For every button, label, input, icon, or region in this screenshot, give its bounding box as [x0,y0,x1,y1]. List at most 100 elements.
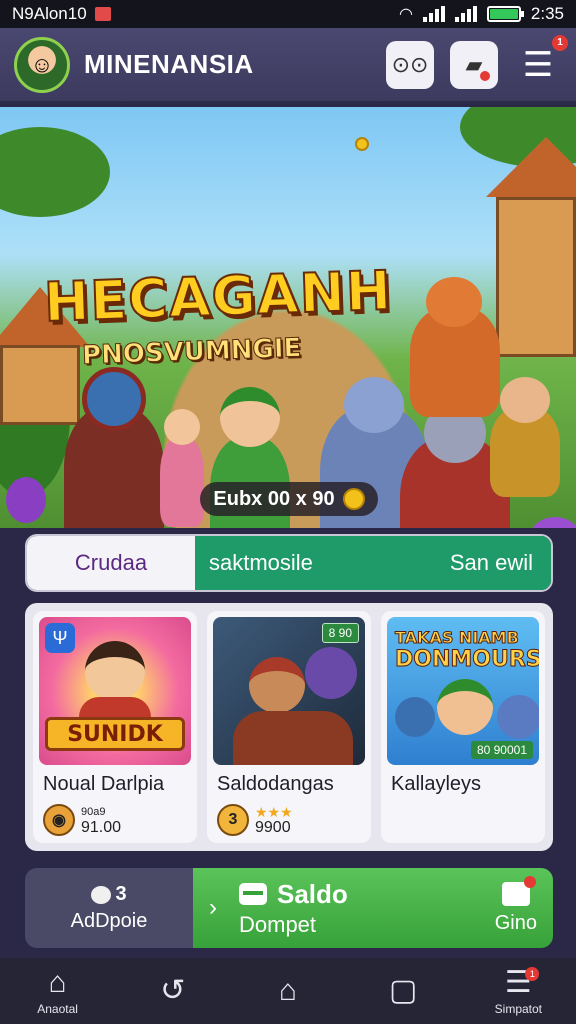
app-header: ☺ MINENANSIA ⊙⊙ ▰ ☰ 1 [0,28,576,104]
chevron-right-icon: › [209,894,217,921]
nav-home-outline[interactable]: ⌂ [243,961,333,1021]
action-bar: 3 AdDpoie › Saldo Dompet Gino [25,868,553,948]
game-meta-top: 90a9 [81,806,106,818]
tab-label: Crudaa [74,550,148,575]
battery-icon [486,6,524,22]
back-icon: ↺ [160,974,186,1007]
game-card[interactable]: Ψ SUNIDK Noual Darlpia ◉ 90a9 91.00 [33,611,197,843]
toggle-value: 3 [115,883,127,905]
hero-banner[interactable]: HECAGANH PNOSVUMNGIE [0,107,576,528]
palm-tree [0,127,110,217]
character-robot [410,277,500,417]
game-price: 9900 [255,819,291,836]
nav-back[interactable]: ↺ [128,961,218,1021]
coin-icon [355,137,369,151]
nav-chat[interactable]: ▢ [358,961,448,1021]
hero-pill-text: Eubx 00 x 90 [213,487,335,510]
character-girl [160,409,204,527]
tab-label: San ewil [449,550,533,575]
toggle-icon [91,885,112,904]
game-card[interactable]: TAKAS NIAMB DONMOURS 80 90001 Kallayleys [381,611,545,843]
game-thumbnail: 8 90 [213,617,365,765]
mushroom-icon [530,517,576,528]
game-title: Saldodangas [217,773,334,795]
menu-button[interactable]: ☰ 1 [514,34,568,89]
nav-menu[interactable]: ☰ 1 Simpatot [473,961,563,1021]
map-dot-icon [480,70,490,81]
wallet-balance-button[interactable]: › Saldo Dompet Gino [193,868,553,948]
app-title: MINENANSIA [84,49,254,79]
creature-icon [6,477,46,523]
hero-character [85,641,145,701]
hero-reward-pill[interactable]: Eubx 00 x 90 [200,482,378,516]
hut [0,345,80,425]
warrior-character [249,657,305,713]
home-icon: ⌂ [48,966,67,999]
star-rating-icon: ★★★ [255,804,293,820]
hero-subtitle: PNOSVUMNGIE [81,333,302,372]
game-list: Ψ SUNIDK Noual Darlpia ◉ 90a9 91.00 8 90… [25,603,553,851]
game-thumb-badge: 8 90 [321,623,359,643]
gamepad-button[interactable]: ⊙⊙ [386,40,434,89]
game-thumbnail: Ψ SUNIDK [39,617,191,765]
nav-label: Anaotal [37,1002,78,1016]
add-pole-label: AdDpoie [70,910,148,932]
menu-icon: ☰ [522,45,554,84]
nav-badge: 1 [525,967,540,981]
game-thumb-title-line2: DONMOURS [395,647,539,672]
signal-icon-2 [454,6,477,22]
game-thumb-title: TAKAS NIAMB DONMOURS [395,627,540,672]
notification-badge: 1 [552,34,568,51]
game-title: Noual Darlpia [43,773,165,795]
bottom-nav: ⌂ Anaotal ↺ ⌂ ▢ ☰ 1 Simpatot [0,958,576,1024]
game-price: 91.00 [81,819,122,836]
house-roof [486,137,576,197]
game-thumb-title: SUNIDK [45,717,185,751]
wallet-bottom-label: Dompet [239,911,317,937]
knight-character [395,697,435,737]
gift-button[interactable]: Gino [494,875,537,935]
signal-icon [422,6,445,22]
status-time-left: N9Alon10 [12,4,87,23]
character-knight [64,367,164,528]
gift-icon [501,875,536,906]
tab-crudaa[interactable]: Crudaa [27,536,195,590]
chat-icon: ▢ [388,974,418,1007]
game-meta-icon: 3 [217,804,249,836]
game-thumbnail: TAKAS NIAMB DONMOURS 80 90001 [387,617,539,765]
tab-saktmosile[interactable]: saktmosile [195,536,381,590]
game-card[interactable]: 8 90 Saldodangas 3 ★★★ 9900 [207,611,371,843]
status-time-right: 2:35 [530,4,564,23]
nav-label: Simpatot [494,1002,543,1016]
category-tabs: Crudaa saktmosile San ewil [25,534,553,592]
tab-san-ewil[interactable]: San ewil [381,536,551,590]
elf-character [437,679,493,735]
gamepad-icon: ⊙⊙ [391,51,429,77]
house [496,197,576,357]
home-outline-icon: ⌂ [278,974,298,1007]
wallet-icon [239,883,267,905]
coin-icon [342,488,365,510]
notification-icon [94,7,111,21]
avatar[interactable]: ☺ [14,36,70,93]
avatar-face-icon: ☺ [30,51,54,77]
gift-badge [523,875,536,888]
trident-icon: Ψ [45,623,75,653]
troll-character [497,695,539,739]
wifi-icon: ◠ [398,6,413,23]
game-thumb-title-line1: TAKAS NIAMB [395,628,520,648]
gift-label: Gino [494,911,537,934]
nav-home[interactable]: ⌂ Anaotal [13,961,103,1021]
status-bar: N9Alon10 ◠ 2:35 [0,0,576,28]
map-button[interactable]: ▰ [450,40,498,89]
wallet-top-label: Saldo [277,878,348,909]
hero-title: HECAGANH [42,258,394,335]
monster-character [305,647,357,699]
game-thumb-badge: 80 90001 [470,741,533,759]
game-meta-icon: ◉ [43,804,75,836]
character-dwarf [490,377,560,497]
game-title: Kallayleys [391,773,482,795]
warrior-body [233,711,353,765]
add-pole-button[interactable]: 3 AdDpoie [25,868,193,948]
tab-label: saktmosile [209,550,313,575]
